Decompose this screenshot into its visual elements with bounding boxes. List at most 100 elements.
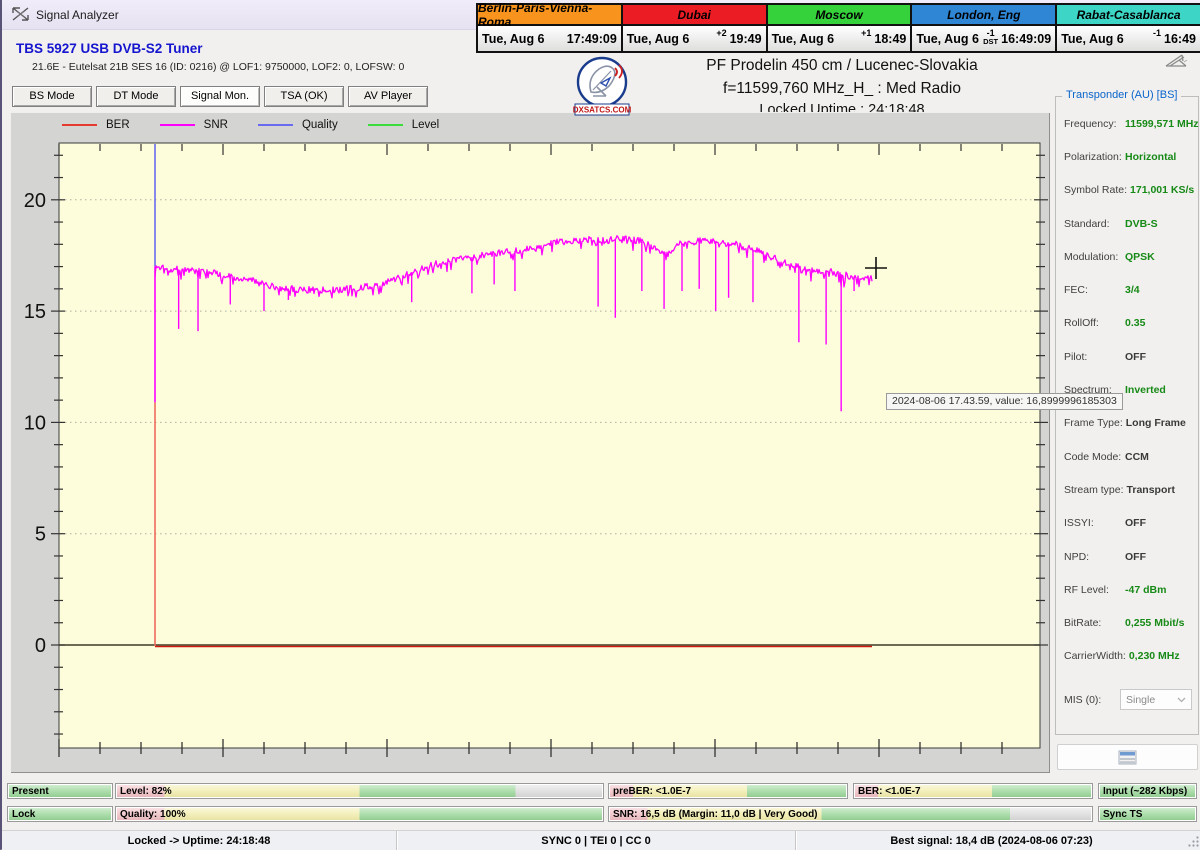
chart-canvas[interactable]: 0 5 10 15 20 xyxy=(10,112,1049,772)
transponder-row: Stream type:Transport xyxy=(1056,473,1198,506)
stream-info-button[interactable] xyxy=(1057,744,1198,770)
signal-analyzer-window: { "window": { "title": "Signal Analyzer"… xyxy=(0,0,1200,850)
transponder-row-value: OFF xyxy=(1125,517,1146,529)
tab-av-player[interactable]: AV Player xyxy=(348,86,428,107)
svg-text:20: 20 xyxy=(24,190,46,212)
chart-tooltip: 2024-08-06 17.43.59, value: 16,899999618… xyxy=(886,393,1123,410)
clock-time: 19:49 xyxy=(730,32,762,46)
clock-cell: Rabat-Casablanca Tue, Aug 6-116:49 xyxy=(1057,5,1200,51)
transponder-row-label: Standard: xyxy=(1064,218,1122,230)
transponder-row-label: Frame Type: xyxy=(1064,417,1123,429)
transponder-row-label: NPD: xyxy=(1064,551,1122,563)
transponder-row-label: FEC: xyxy=(1064,284,1122,296)
signal-analyzer-icon xyxy=(12,7,29,27)
tuner-details: 21.6E - Eutelsat 21B SES 16 (ID: 0216) @… xyxy=(32,61,404,73)
transponder-row: BitRate:0,255 Mbit/s xyxy=(1056,606,1198,639)
clock-time: 17:49:09 xyxy=(567,32,617,46)
clock-city: Moscow xyxy=(768,5,911,26)
clock-date: Tue, Aug 6 xyxy=(772,32,862,46)
mis-dropdown[interactable]: Single xyxy=(1120,689,1192,710)
clock-time: 18:49 xyxy=(874,32,906,46)
clock-city: Dubai xyxy=(623,5,766,26)
transponder-row: FEC:3/4 xyxy=(1056,273,1198,306)
clock-city: Berlin-Paris-Vienna-Roma xyxy=(478,5,621,26)
tuner-name: TBS 5927 USB DVB-S2 Tuner xyxy=(16,41,203,56)
status-sync-counts: SYNC 0 | TEI 0 | CC 0 xyxy=(397,831,795,850)
chevron-down-icon xyxy=(1177,697,1186,703)
transponder-row: NPD:OFF xyxy=(1056,540,1198,573)
mis-label: MIS (0): xyxy=(1064,694,1120,706)
transponder-row-value: -47 dBm xyxy=(1125,584,1166,596)
ber-bar: BER: <1.0E-7 xyxy=(853,783,1093,799)
transponder-row-value: CCM xyxy=(1125,451,1149,463)
transponder-row-value: DVB-S xyxy=(1125,218,1158,230)
svg-text:0: 0 xyxy=(35,635,46,657)
resize-grip[interactable] xyxy=(1187,835,1200,848)
transponder-row: Frame Type:Long Frame xyxy=(1056,407,1198,440)
quality-bar: Quality: 100% xyxy=(115,806,604,822)
snr-bar: SNR: 16,5 dB (Margin: 11,0 dB | Very Goo… xyxy=(608,806,1093,822)
clock-cell: Berlin-Paris-Vienna-Roma Tue, Aug 617:49:… xyxy=(478,5,623,51)
mis-selected-value: Single xyxy=(1126,694,1177,706)
svg-text:5: 5 xyxy=(35,524,46,546)
transponder-row-value: 0.35 xyxy=(1125,317,1145,329)
logo-text: DXSATCS.COM xyxy=(573,106,631,115)
status-uptime: Locked -> Uptime: 24:18:48 xyxy=(2,831,396,850)
clock-cell: DubaiTue, Aug 6+219:49 xyxy=(623,5,768,51)
transponder-row-label: Polarization: xyxy=(1064,151,1122,163)
world-clocks: Berlin-Paris-Vienna-RomaTue, Aug 617:49:… xyxy=(476,3,1200,53)
present-bar: Present xyxy=(7,783,113,799)
frequency-title: f=11599,760 MHz_H_ : Med Radio xyxy=(562,80,1122,98)
preber-bar: preBER: <1.0E-7 xyxy=(608,783,848,799)
clock-cell: London, EngTue, Aug 6-1DST16:49:09 xyxy=(912,5,1057,51)
transponder-row-label: BitRate: xyxy=(1064,617,1122,629)
transponder-row-value: 0,230 MHz xyxy=(1129,650,1180,662)
transponder-row-value: 0,255 Mbit/s xyxy=(1125,617,1185,629)
transponder-row: RF Level:-47 dBm xyxy=(1056,573,1198,606)
transponder-row: ISSYI:OFF xyxy=(1056,507,1198,540)
tab-dt-mode[interactable]: DT Mode xyxy=(96,86,176,107)
clock-utc-offset: +1 xyxy=(861,29,871,38)
transponder-row-value: Inverted xyxy=(1125,384,1166,396)
clock-time: 16:49:09 xyxy=(1001,32,1051,46)
transponder-row-label: ISSYI: xyxy=(1064,517,1122,529)
transponder-row: Pilot:OFF xyxy=(1056,340,1198,373)
window-title: Signal Analyzer xyxy=(36,8,119,22)
clock-utc-offset: -1 xyxy=(1153,29,1161,38)
transponder-row-value: Transport xyxy=(1127,484,1175,496)
transponder-row-value: 11599,571 MHz xyxy=(1125,118,1199,130)
status-bar: Locked -> Uptime: 24:18:48 SYNC 0 | TEI … xyxy=(2,830,1200,850)
transponder-row: Polarization:Horizontal xyxy=(1056,140,1198,173)
tab-tsa[interactable]: TSA (OK) xyxy=(264,86,344,107)
input-bar: Input (~282 Kbps) xyxy=(1098,783,1197,799)
transponder-row-label: Frequency: xyxy=(1064,118,1122,130)
clock-utc-offset: +2 xyxy=(716,29,726,38)
transponder-row-label: Stream type: xyxy=(1064,484,1124,496)
clock-date: Tue, Aug 6 xyxy=(916,32,983,46)
transponder-panel-title: Transponder (AU) [BS] xyxy=(1062,89,1181,101)
svg-text:15: 15 xyxy=(24,301,46,323)
transponder-row-value: OFF xyxy=(1125,551,1146,563)
clock-date: Tue, Aug 6 xyxy=(1061,32,1153,46)
clock-date: Tue, Aug 6 xyxy=(482,32,564,46)
signal-chart[interactable]: BERSNRQualityLevel 05101520 2024-08-06 1… xyxy=(10,112,1049,772)
transponder-row-label: Code Mode: xyxy=(1064,451,1122,463)
clock-city: Rabat-Casablanca xyxy=(1057,5,1200,26)
level-bar: Level: 82% xyxy=(115,783,604,799)
transponder-row-label: CarrierWidth: xyxy=(1064,650,1126,662)
clock-time: 16:49 xyxy=(1164,32,1196,46)
transponder-row-label: Symbol Rate: xyxy=(1064,184,1127,196)
transponder-row-label: Pilot: xyxy=(1064,351,1122,363)
clock-utc-offset: -1DST xyxy=(983,29,998,46)
svg-text:10: 10 xyxy=(24,412,46,434)
syncts-bar: Sync TS xyxy=(1098,806,1197,822)
transponder-row: CarrierWidth:0,230 MHz xyxy=(1056,640,1198,673)
stream-list-icon xyxy=(1118,750,1137,765)
tab-signal-mon[interactable]: Signal Mon. xyxy=(180,86,260,107)
tab-bs-mode[interactable]: BS Mode xyxy=(12,86,92,107)
transponder-row-label: RF Level: xyxy=(1064,584,1122,596)
transponder-row-label: Modulation: xyxy=(1064,251,1122,263)
transponder-rows: Frequency:11599,571 MHz Polarization:Hori… xyxy=(1056,107,1198,673)
transponder-row-value: 171,001 KS/s xyxy=(1130,184,1194,196)
transponder-row-value: 3/4 xyxy=(1125,284,1140,296)
